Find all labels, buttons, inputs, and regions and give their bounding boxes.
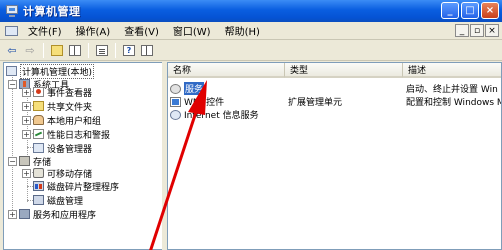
- device-manager-icon: [33, 143, 44, 153]
- minimize-button[interactable]: _: [441, 2, 459, 19]
- menu-window[interactable]: 窗口(W): [166, 23, 218, 38]
- column-header-type[interactable]: 类型: [285, 63, 403, 78]
- title-bar[interactable]: 计算机管理 _ □ ×: [0, 0, 502, 22]
- tree-node-label: 磁盘管理: [47, 196, 84, 207]
- removable-storage-icon: [33, 168, 44, 178]
- forward-icon[interactable]: ⇨: [22, 43, 38, 59]
- toolbar: ⇦ ⇨ ?: [0, 41, 502, 61]
- tree-root[interactable]: 计算机管理(本地): [6, 63, 95, 79]
- console-tree[interactable]: 计算机管理(本地) − 系统工具 + 事件查看器 + 共享文件夹 + 本地用户和…: [3, 62, 162, 250]
- column-header-description[interactable]: 描述: [403, 63, 501, 78]
- tree-node-event-viewer[interactable]: + 事件查看器: [22, 86, 93, 99]
- show-hide-tree-icon[interactable]: [67, 43, 83, 59]
- performance-icon: [33, 129, 44, 139]
- collapse-toggle[interactable]: −: [8, 156, 17, 166]
- services-icon: [170, 83, 181, 94]
- tree-root-label: 计算机管理(本地): [20, 63, 95, 79]
- expand-toggle[interactable]: +: [8, 209, 17, 219]
- column-header-label: 名称: [173, 66, 192, 76]
- wmi-icon: [170, 96, 181, 107]
- tree-node-label: 事件查看器: [47, 88, 93, 99]
- expand-toggle[interactable]: +: [22, 115, 31, 125]
- tree-node-storage[interactable]: − 存储: [8, 155, 51, 168]
- properties-icon[interactable]: [94, 43, 110, 59]
- tree-node-label: 本地用户和组: [47, 116, 102, 127]
- tree-node-label: 共享文件夹: [47, 102, 93, 113]
- list-row-type: 扩展管理单元: [288, 98, 343, 108]
- column-header-name[interactable]: 名称: [168, 63, 285, 78]
- tree-node-label: 可移动存储: [47, 169, 93, 180]
- close-button[interactable]: ×: [481, 2, 499, 19]
- shared-folder-icon: [33, 101, 44, 111]
- details-list[interactable]: 名称 类型 描述 服务 启动、终止并设置 Win WMI 控件 扩展管理单元 配…: [167, 62, 502, 250]
- menu-view[interactable]: 查看(V): [117, 23, 166, 38]
- mdi-minimize-button[interactable]: _: [455, 24, 469, 37]
- tree-node-removable-storage[interactable]: + 可移动存储: [22, 167, 93, 180]
- app-menu-icon[interactable]: [4, 25, 18, 37]
- collapse-toggle[interactable]: −: [8, 79, 17, 89]
- maximize-button[interactable]: □: [461, 2, 479, 19]
- toolbar-separator: [43, 43, 44, 58]
- tree-node-device-manager[interactable]: 设备管理器: [33, 142, 93, 155]
- expand-toggle[interactable]: +: [22, 87, 31, 97]
- help-icon[interactable]: ?: [121, 43, 137, 59]
- defrag-icon: [33, 181, 44, 191]
- tree-node-label: 服务和应用程序: [33, 210, 97, 221]
- list-row-name: WMI 控件: [184, 98, 225, 108]
- iis-icon: [170, 109, 181, 120]
- tree-node-local-users[interactable]: + 本地用户和组: [22, 114, 102, 127]
- tree-node-performance-logs[interactable]: + 性能日志和警报: [22, 128, 111, 141]
- list-row-desc: 配置和控制 Windows M: [406, 98, 502, 108]
- services-apps-icon: [19, 209, 30, 219]
- menu-help[interactable]: 帮助(H): [218, 23, 267, 38]
- computer-management-icon: [5, 4, 19, 18]
- list-row-wmi[interactable]: WMI 控件 扩展管理单元 配置和控制 Windows M: [168, 95, 502, 108]
- up-folder-icon[interactable]: [49, 43, 65, 59]
- mdi-close-button[interactable]: ×: [485, 24, 499, 37]
- column-header-label: 类型: [290, 66, 309, 76]
- split-view-icon[interactable]: [139, 43, 155, 59]
- tree-node-label: 性能日志和警报: [47, 130, 111, 141]
- mdi-restore-button[interactable]: ▫: [470, 24, 484, 37]
- menu-file[interactable]: 文件(F): [21, 23, 69, 38]
- disk-management-icon: [33, 195, 44, 205]
- window-title: 计算机管理: [23, 5, 81, 18]
- users-icon: [33, 115, 44, 125]
- menu-action[interactable]: 操作(A): [69, 23, 118, 38]
- tree-node-disk-management[interactable]: 磁盘管理: [33, 194, 84, 207]
- tree-node-shared-folders[interactable]: + 共享文件夹: [22, 100, 93, 113]
- event-viewer-icon: [33, 87, 44, 97]
- toolbar-separator: [88, 43, 89, 58]
- list-row-services[interactable]: 服务 启动、终止并设置 Win: [168, 82, 501, 95]
- toolbar-separator: [115, 43, 116, 58]
- menu-bar: 文件(F) 操作(A) 查看(V) 窗口(W) 帮助(H) _ ▫ ×: [0, 22, 502, 40]
- list-row-type: [288, 82, 401, 95]
- list-row-desc: 启动、终止并设置 Win: [406, 85, 498, 95]
- list-row-name: Internet 信息服务: [184, 111, 259, 121]
- list-row-type: [288, 108, 401, 121]
- tree-node-label: 设备管理器: [47, 144, 93, 155]
- tree-node-services-apps[interactable]: + 服务和应用程序: [8, 208, 97, 221]
- tree-node-label: 磁盘碎片整理程序: [47, 182, 120, 193]
- column-header-label: 描述: [408, 66, 427, 76]
- computer-icon: [6, 66, 17, 76]
- list-row-name: 服务: [184, 82, 205, 95]
- back-icon[interactable]: ⇦: [4, 43, 20, 59]
- list-row-iis[interactable]: Internet 信息服务: [168, 108, 501, 121]
- expand-toggle[interactable]: +: [22, 129, 31, 139]
- tree-node-disk-defrag[interactable]: 磁盘碎片整理程序: [33, 180, 120, 193]
- expand-toggle[interactable]: +: [22, 168, 31, 178]
- list-row-desc: [406, 108, 501, 121]
- expand-toggle[interactable]: +: [22, 101, 31, 111]
- storage-icon: [19, 156, 30, 166]
